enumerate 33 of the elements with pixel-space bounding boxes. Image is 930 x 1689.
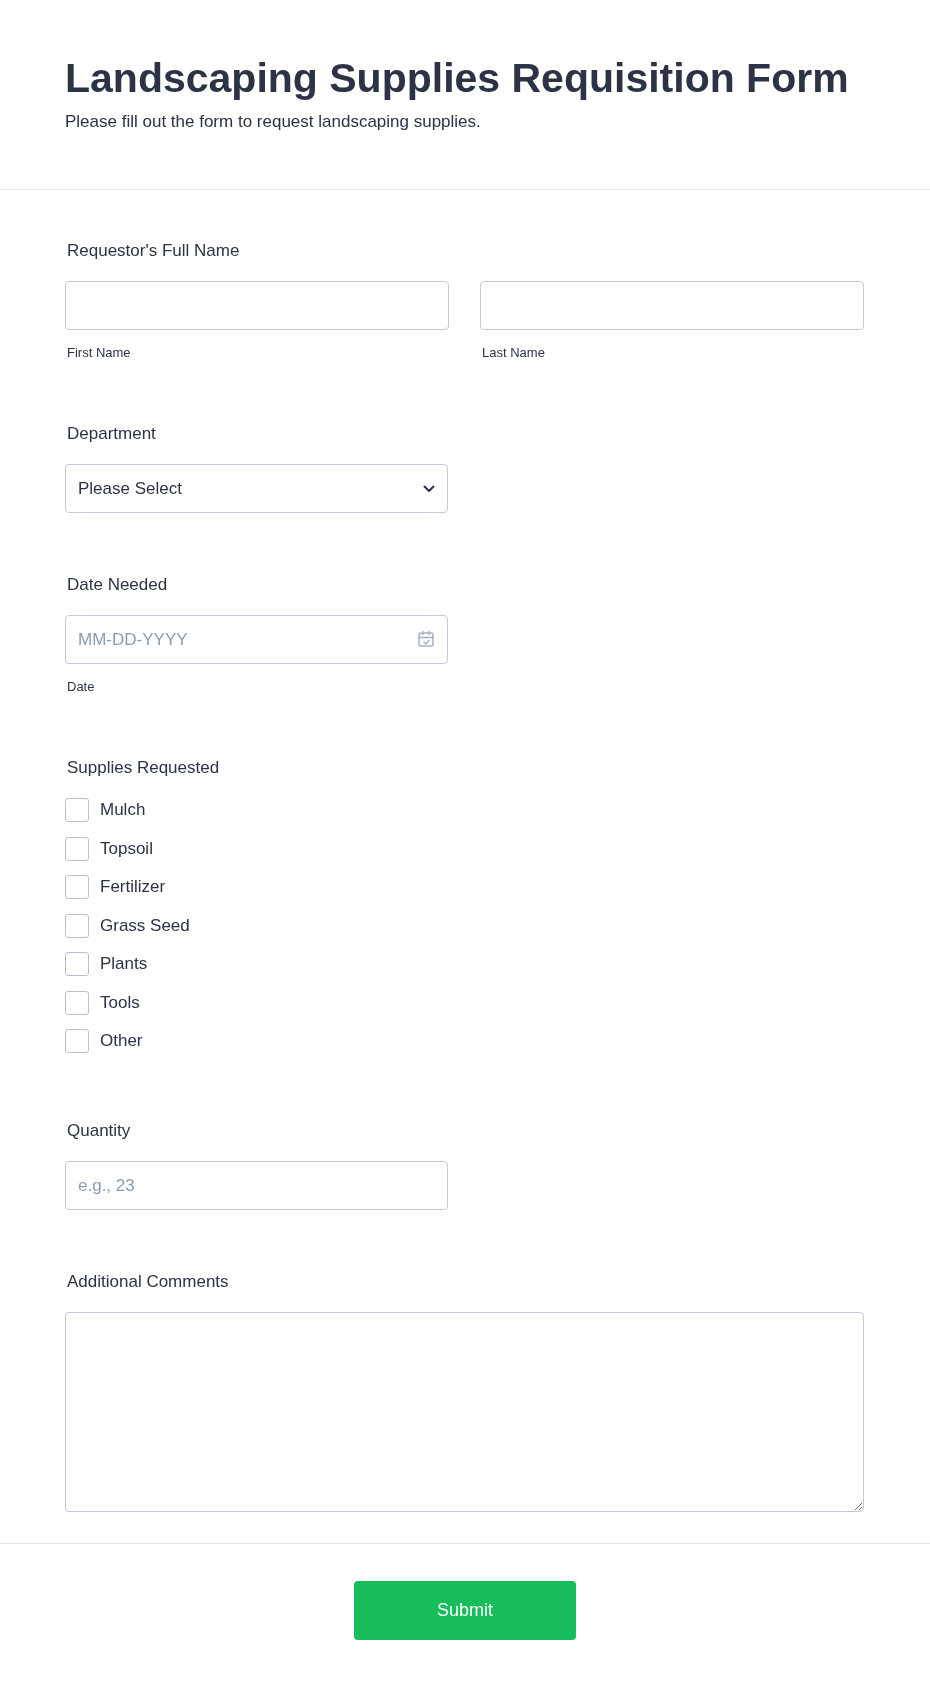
checkbox-label[interactable]: Mulch xyxy=(100,798,146,822)
field-label: Requestor's Full Name xyxy=(66,240,241,262)
dropdown-field[interactable]: Please Select xyxy=(65,464,448,513)
field-label: Supplies Requested xyxy=(66,757,221,779)
checkbox-label[interactable]: Tools xyxy=(100,990,140,1015)
checkbox[interactable] xyxy=(65,990,89,1015)
field-label: Department xyxy=(66,423,157,445)
number-input[interactable]: e.g., 23 xyxy=(65,1161,448,1210)
checkbox-label[interactable]: Grass Seed xyxy=(100,913,190,938)
field-sublabel: Date xyxy=(66,678,96,696)
checkbox-label[interactable]: Fertilizer xyxy=(100,875,166,899)
text-input[interactable] xyxy=(480,281,864,330)
checkbox[interactable] xyxy=(65,1029,89,1053)
checkbox[interactable] xyxy=(65,798,89,822)
text-input[interactable] xyxy=(65,281,449,330)
date-field[interactable]: MM-DD-YYYY xyxy=(65,615,448,664)
field-sublabel: First Name xyxy=(66,344,132,362)
checkbox[interactable] xyxy=(65,952,89,976)
field-label: Additional Comments xyxy=(66,1271,230,1293)
calendar-icon[interactable] xyxy=(417,630,435,648)
field-label: Quantity xyxy=(66,1120,132,1142)
checkbox[interactable] xyxy=(65,913,89,938)
field-label: Date Needed xyxy=(66,574,169,596)
comments-textarea[interactable] xyxy=(65,1312,864,1512)
chevron-down-icon xyxy=(423,484,435,493)
checkbox-label[interactable]: Other xyxy=(100,1029,143,1053)
field-sublabel: Last Name xyxy=(481,344,546,362)
form-title: Landscaping Supplies Requisition Form xyxy=(65,54,850,102)
form-subtitle: Please fill out the form to request landscaping supplies. xyxy=(65,111,482,133)
checkbox[interactable] xyxy=(65,836,89,861)
checkbox[interactable] xyxy=(65,875,89,899)
checkbox-label[interactable]: Plants xyxy=(100,952,148,976)
checkbox-label[interactable]: Topsoil xyxy=(100,836,153,861)
